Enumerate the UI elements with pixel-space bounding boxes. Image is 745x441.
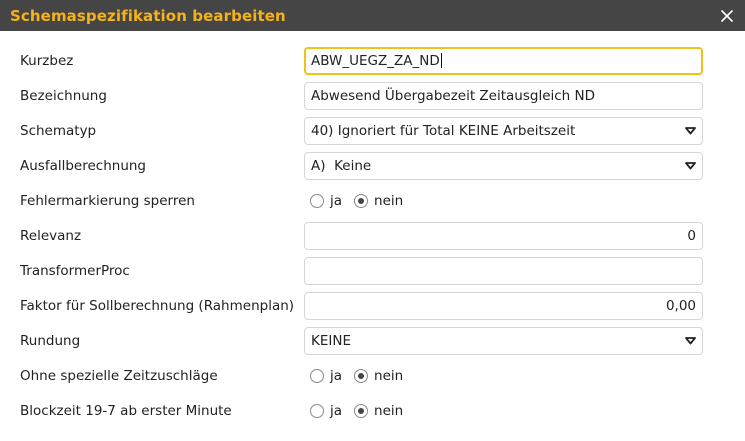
schematyp-label: Schematyp: [20, 122, 97, 139]
row-schematyp: Schematyp 40) Ignoriert für Total KEINE …: [0, 113, 745, 148]
rundung-value: KEINE: [311, 332, 351, 349]
relevanz-value: 0: [687, 227, 696, 244]
row-zeitzuschlaege: Ohne spezielle Zeitzuschläge ja nein: [0, 358, 745, 393]
radio-ja-label: ja: [330, 367, 343, 384]
transformerproc-input[interactable]: [304, 256, 703, 285]
faktor-input[interactable]: 0,00: [304, 291, 703, 320]
blockzeit-label: Blockzeit 19-7 ab erster Minute: [20, 402, 232, 419]
zeitzuschlaege-radio-ja[interactable]: ja: [310, 368, 342, 384]
row-blockzeit: Blockzeit 19-7 ab erster Minute ja nein: [0, 393, 745, 428]
bezeichnung-input[interactable]: Abwesend Übergabezeit Zeitausgleich ND: [304, 81, 703, 110]
row-faktor: Faktor für Sollberechnung (Rahmenplan) 0…: [0, 288, 745, 323]
chevron-down-icon: [684, 161, 696, 171]
dialog-title: Schemaspezifikation bearbeiten: [10, 6, 286, 25]
row-fehlermarkierung: Fehlermarkierung sperren ja nein: [0, 183, 745, 218]
row-kurzbez: Kurzbez ABW_UEGZ_ZA_ND: [0, 43, 745, 78]
radio-ja-label: ja: [330, 192, 343, 209]
radio-circle-selected: [354, 193, 369, 208]
fehlermarkierung-radio-group: ja nein: [310, 193, 415, 209]
fehlermarkierung-radio-ja[interactable]: ja: [310, 193, 342, 209]
relevanz-input[interactable]: 0: [304, 221, 703, 250]
radio-nein-label: nein: [374, 367, 404, 384]
dialog-titlebar: Schemaspezifikation bearbeiten: [0, 0, 745, 31]
zeitzuschlaege-radio-nein[interactable]: nein: [354, 368, 403, 384]
ausfallberechnung-label: Ausfallberechnung: [20, 157, 147, 174]
radio-nein-label: nein: [374, 192, 404, 209]
row-rundung: Rundung KEINE: [0, 323, 745, 358]
radio-circle: [310, 368, 324, 383]
kurzbez-input[interactable]: ABW_UEGZ_ZA_ND: [304, 46, 703, 75]
ausfallberechnung-value: A) Keine: [311, 157, 372, 174]
bezeichnung-value: Abwesend Übergabezeit Zeitausgleich ND: [311, 87, 596, 104]
kurzbez-label: Kurzbez: [20, 52, 74, 69]
radio-circle-selected: [354, 403, 369, 418]
text-cursor: [440, 53, 442, 68]
zeitzuschlaege-label: Ohne spezielle Zeitzuschläge: [20, 367, 218, 384]
radio-circle: [310, 403, 324, 418]
transformerproc-label: TransformerProc: [20, 262, 130, 279]
zeitzuschlaege-radio-group: ja nein: [310, 368, 415, 384]
chevron-down-icon: [684, 126, 696, 136]
blockzeit-radio-ja[interactable]: ja: [310, 403, 342, 419]
rundung-label: Rundung: [20, 332, 81, 349]
radio-nein-label: nein: [374, 402, 404, 419]
row-relevanz: Relevanz 0: [0, 218, 745, 253]
blockzeit-radio-group: ja nein: [310, 403, 415, 419]
row-bezeichnung: Bezeichnung Abwesend Übergabezeit Zeitau…: [0, 78, 745, 113]
row-transformerproc: TransformerProc: [0, 253, 745, 288]
close-icon: [721, 9, 733, 22]
blockzeit-radio-nein[interactable]: nein: [354, 403, 403, 419]
radio-circle-selected: [354, 368, 369, 383]
row-ausfallberechnung: Ausfallberechnung A) Keine: [0, 148, 745, 183]
faktor-label: Faktor für Sollberechnung (Rahmenplan): [20, 297, 295, 314]
ausfallberechnung-select[interactable]: A) Keine: [304, 151, 703, 180]
chevron-down-icon: [684, 336, 696, 346]
relevanz-label: Relevanz: [20, 227, 82, 244]
close-button[interactable]: [717, 6, 737, 26]
edit-schema-dialog: Schemaspezifikation bearbeiten Kurzbez A…: [0, 0, 745, 441]
faktor-value: 0,00: [665, 297, 696, 314]
radio-circle: [310, 193, 324, 208]
radio-ja-label: ja: [330, 402, 343, 419]
schematyp-select[interactable]: 40) Ignoriert für Total KEINE Arbeitszei…: [304, 116, 703, 145]
kurzbez-value: ABW_UEGZ_ZA_ND: [311, 52, 440, 69]
schematyp-value: 40) Ignoriert für Total KEINE Arbeitszei…: [311, 122, 576, 139]
fehlermarkierung-label: Fehlermarkierung sperren: [20, 192, 195, 209]
bezeichnung-label: Bezeichnung: [20, 87, 107, 104]
rundung-select[interactable]: KEINE: [304, 326, 703, 355]
fehlermarkierung-radio-nein[interactable]: nein: [354, 193, 403, 209]
